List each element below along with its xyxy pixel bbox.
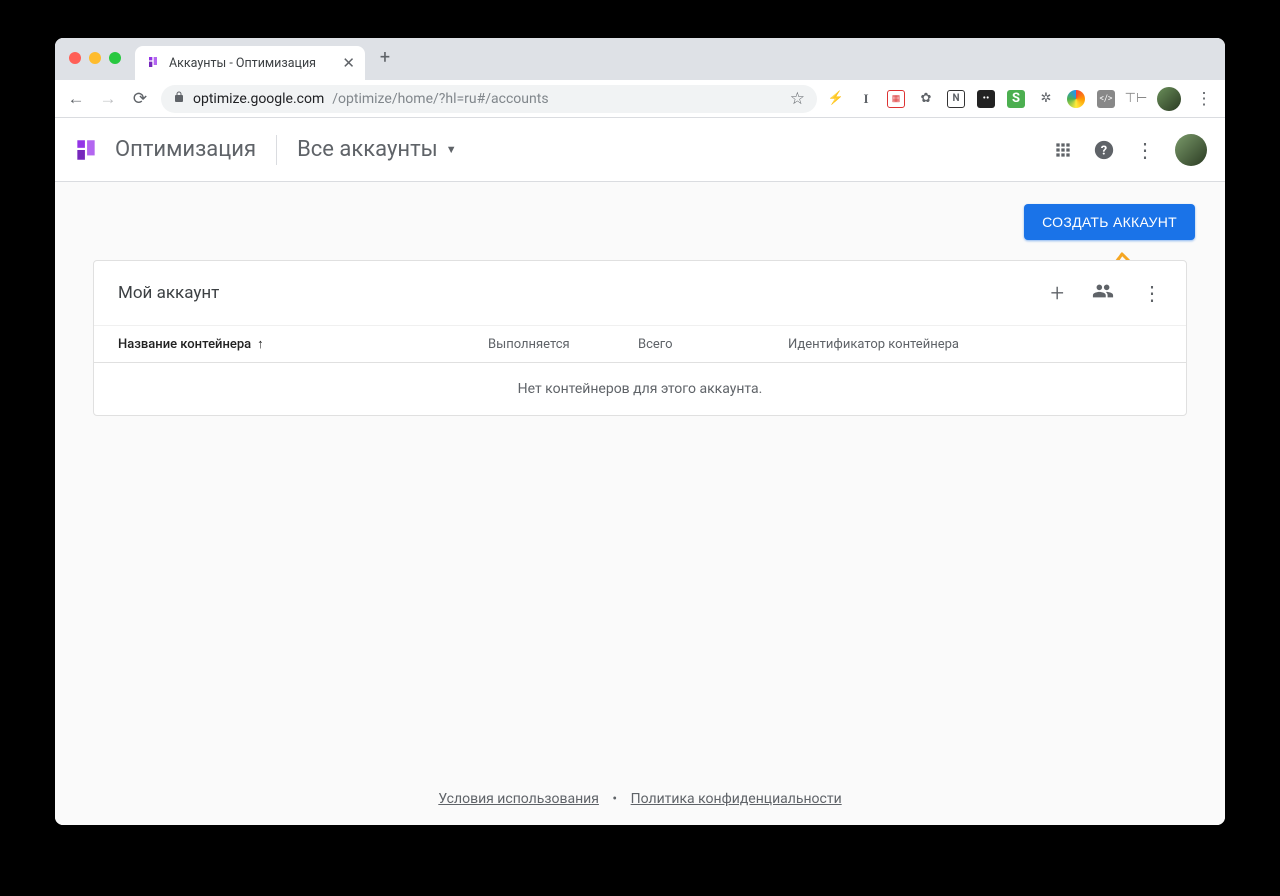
back-button[interactable]: ← — [65, 89, 87, 109]
privacy-link[interactable]: Политика конфиденциальности — [631, 791, 842, 807]
ext-icon-6[interactable]: •• — [977, 90, 995, 108]
table-header-row: Название контейнера ↑ Выполняется Всего … — [94, 325, 1186, 363]
terms-link[interactable]: Условия использования — [438, 791, 599, 807]
browser-tab[interactable]: Аккаунты - Оптимизация ✕ — [135, 46, 365, 80]
address-bar[interactable]: optimize.google.com/optimize/home/?hl=ru… — [161, 85, 817, 113]
manage-users-icon[interactable] — [1092, 280, 1114, 307]
empty-state-message: Нет контейнеров для этого аккаунта. — [94, 363, 1186, 415]
optimize-favicon-icon — [145, 55, 161, 71]
chrome-menu-icon[interactable]: ⋮ — [1193, 89, 1215, 109]
window-controls — [69, 52, 121, 64]
maximize-window[interactable] — [109, 52, 121, 64]
new-tab-button[interactable]: + — [371, 47, 399, 72]
ext-icon-4[interactable]: ✿ — [917, 90, 935, 108]
minimize-window[interactable] — [89, 52, 101, 64]
url-path: /optimize/home/?hl=ru#/accounts — [332, 91, 548, 107]
url-host: optimize.google.com — [193, 91, 324, 107]
add-container-icon[interactable]: + — [1050, 279, 1064, 307]
card-overflow-icon[interactable]: ⋮ — [1142, 281, 1162, 305]
account-switch-label: Все аккаунты — [297, 137, 438, 162]
tabstrip: Аккаунты - Оптимизация ✕ + — [55, 38, 1225, 80]
browser-window: Аккаунты - Оптимизация ✕ + ← → ⟳ optimiz… — [55, 38, 1225, 825]
close-window[interactable] — [69, 52, 81, 64]
svg-text:?: ? — [1101, 143, 1107, 158]
ext-icon-7[interactable]: S — [1007, 90, 1025, 108]
help-icon[interactable]: ? — [1093, 139, 1115, 161]
ext-icon-9[interactable] — [1067, 90, 1085, 108]
optimize-logo-icon — [73, 137, 99, 163]
ext-icon-5[interactable]: N — [947, 90, 965, 108]
tab-title: Аккаунты - Оптимизация — [169, 56, 316, 71]
card-header: Мой аккаунт + ⋮ — [94, 261, 1186, 325]
ext-icon-3[interactable]: ▦ — [887, 90, 905, 108]
ext-icon-2[interactable]: I — [857, 90, 875, 108]
account-card: Мой аккаунт + ⋮ Название контейнера ↑ Вы… — [93, 260, 1187, 416]
ext-icon-10[interactable]: </> — [1097, 90, 1115, 108]
ext-icon-8[interactable]: ✲ — [1037, 90, 1055, 108]
product-name: Оптимизация — [115, 137, 256, 162]
ext-icon-11[interactable]: ⊤⊢ — [1127, 90, 1145, 108]
col-running[interactable]: Выполняется — [488, 336, 638, 352]
forward-button[interactable]: → — [97, 89, 119, 109]
col-container-name[interactable]: Название контейнера ↑ — [118, 336, 488, 352]
apps-grid-icon[interactable] — [1053, 140, 1073, 160]
extension-icons: ⚡ I ▦ ✿ N •• S ✲ </> ⊤⊢ ⋮ — [827, 87, 1215, 111]
lock-icon — [173, 91, 185, 106]
footer: Условия использования • Политика конфиде… — [55, 791, 1225, 807]
chevron-down-icon: ▼ — [446, 143, 457, 156]
col-container-id[interactable]: Идентификатор контейнера — [788, 336, 1008, 352]
overflow-menu-icon[interactable]: ⋮ — [1135, 138, 1155, 162]
create-account-button[interactable]: СОЗДАТЬ АККАУНТ — [1024, 204, 1195, 240]
chrome-profile-avatar[interactable] — [1157, 87, 1181, 111]
reload-button[interactable]: ⟳ — [129, 89, 151, 109]
app-header: Оптимизация Все аккаунты ▼ ? ⋮ — [55, 118, 1225, 182]
divider — [276, 135, 277, 165]
col-total[interactable]: Всего — [638, 336, 788, 352]
col-container-name-label: Название контейнера — [118, 337, 251, 352]
account-switcher[interactable]: Все аккаунты ▼ — [297, 137, 457, 162]
account-name: Мой аккаунт — [118, 283, 219, 303]
page-content: СОЗДАТЬ АККАУНТ Мой аккаунт + ⋮ Название… — [55, 182, 1225, 825]
separator-dot: • — [612, 791, 617, 807]
close-tab-icon[interactable]: ✕ — [342, 56, 355, 71]
bookmark-star-icon[interactable]: ☆ — [790, 89, 805, 109]
browser-toolbar: ← → ⟳ optimize.google.com/optimize/home/… — [55, 80, 1225, 118]
user-avatar[interactable] — [1175, 134, 1207, 166]
sort-arrow-up-icon: ↑ — [257, 336, 264, 352]
ext-icon-1[interactable]: ⚡ — [827, 90, 845, 108]
